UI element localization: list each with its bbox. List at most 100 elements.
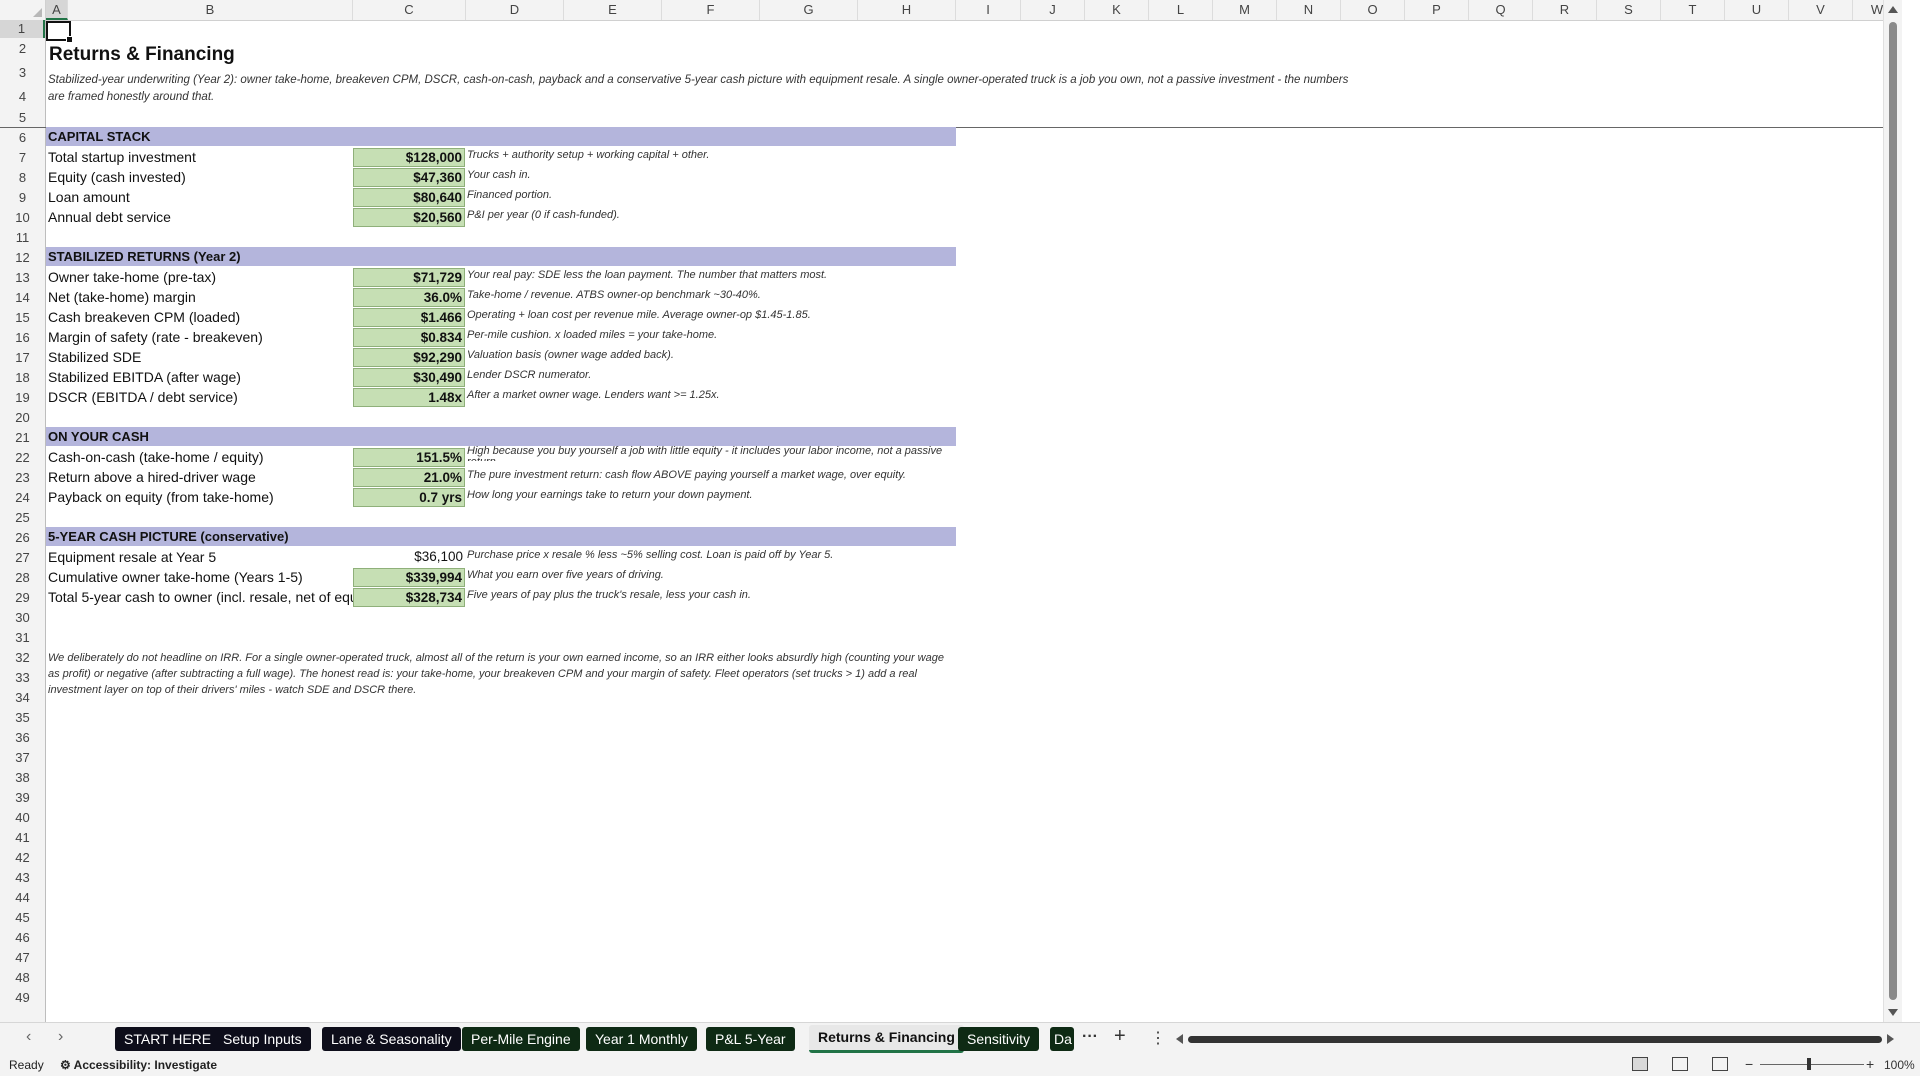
scroll-right-icon[interactable] [1887, 1034, 1894, 1044]
metric-value-cell[interactable]: $80,640 [353, 188, 465, 207]
row-header[interactable]: 7 [0, 148, 45, 168]
row-header[interactable]: 22 [0, 448, 45, 468]
row-header[interactable]: 9 [0, 188, 45, 208]
column-header[interactable]: Q [1469, 0, 1533, 20]
sheet-tab[interactable]: START HERE [115, 1027, 221, 1051]
zoom-out-icon[interactable]: − [1745, 1056, 1753, 1072]
active-cell-a1[interactable] [46, 21, 73, 43]
row-header[interactable]: 5 [0, 108, 45, 128]
scroll-up-icon[interactable] [1888, 6, 1898, 13]
metric-value-cell[interactable]: $0.834 [353, 328, 465, 347]
worksheet-grid[interactable]: ABCDEFGHIJKLMNOPQRSTUVW 1 2 3 4 5 6 7 8 9 10 11 12 1… [0, 0, 1902, 1022]
metric-value-cell[interactable]: $71,729 [353, 268, 465, 287]
add-sheet-icon[interactable]: + [1114, 1025, 1126, 1048]
column-header[interactable]: P [1405, 0, 1469, 20]
row-header[interactable]: 39 [0, 788, 45, 808]
row-header[interactable]: 29 [0, 588, 45, 608]
scroll-left-icon[interactable] [1176, 1034, 1183, 1044]
page-break-view-icon[interactable] [1712, 1057, 1728, 1071]
column-header[interactable]: V [1789, 0, 1853, 20]
sheet-tab[interactable]: Year 1 Monthly [586, 1027, 697, 1051]
zoom-level[interactable]: 100% [1884, 1058, 1915, 1072]
sheet-options-icon[interactable]: ⋮ [1150, 1028, 1166, 1048]
metric-value-cell[interactable]: $92,290 [353, 348, 465, 367]
metric-value-cell[interactable]: 21.0% [353, 468, 465, 487]
row-header[interactable]: 32 [0, 648, 45, 668]
row-header[interactable]: 36 [0, 728, 45, 748]
row-header[interactable]: 48 [0, 968, 45, 988]
metric-value-cell[interactable]: $128,000 [353, 148, 465, 167]
column-header[interactable]: B [68, 0, 353, 20]
vertical-scrollbar[interactable] [1883, 0, 1902, 1022]
row-header[interactable]: 11 [0, 228, 45, 248]
row-header[interactable]: 12 [0, 248, 45, 268]
column-header[interactable]: E [564, 0, 662, 20]
row-header[interactable]: 40 [0, 808, 45, 828]
row-header[interactable]: 20 [0, 408, 45, 428]
column-header[interactable]: S [1597, 0, 1661, 20]
zoom-slider[interactable] [1760, 1064, 1864, 1065]
row-header[interactable]: 6 [0, 128, 45, 148]
prev-sheet-icon[interactable]: ‹ [26, 1028, 31, 1046]
accessibility-status[interactable]: ⚙ Accessibility: Investigate [60, 1058, 217, 1072]
row-header[interactable]: 47 [0, 948, 45, 968]
sheet-tab[interactable]: Sensitivity [958, 1027, 1040, 1051]
column-header[interactable]: J [1021, 0, 1085, 20]
sheet-tab[interactable]: Returns & Financing [809, 1025, 964, 1053]
row-header[interactable]: 26 [0, 528, 45, 548]
row-header[interactable]: 45 [0, 908, 45, 928]
row-header[interactable]: 18 [0, 368, 45, 388]
row-header[interactable]: 19 [0, 388, 45, 408]
metric-value-cell[interactable]: $47,360 [353, 168, 465, 187]
horizontal-scroll-thumb[interactable] [1188, 1036, 1882, 1043]
vertical-scroll-thumb[interactable] [1889, 22, 1897, 1000]
row-header[interactable]: 24 [0, 488, 45, 508]
sheet-tab[interactable]: Lane & Seasonality [322, 1027, 461, 1051]
column-header[interactable]: M [1213, 0, 1277, 20]
row-header[interactable]: 42 [0, 848, 45, 868]
row-header[interactable]: 1 [0, 20, 45, 38]
metric-value-cell[interactable]: 1.48x [353, 388, 465, 407]
column-header[interactable]: H [858, 0, 956, 20]
row-header[interactable]: 15 [0, 308, 45, 328]
metric-value-cell[interactable]: 36.0% [353, 288, 465, 307]
select-all-corner[interactable] [0, 0, 46, 20]
row-header[interactable]: 35 [0, 708, 45, 728]
metric-value-cell[interactable]: $1.466 [353, 308, 465, 327]
scroll-down-icon[interactable] [1888, 1009, 1898, 1016]
row-header[interactable]: 38 [0, 768, 45, 788]
column-header[interactable]: K [1085, 0, 1149, 20]
column-header[interactable]: F [662, 0, 760, 20]
metric-value-cell[interactable]: $30,490 [353, 368, 465, 387]
row-header[interactable]: 44 [0, 888, 45, 908]
sheet-tab[interactable]: P&L 5-Year [706, 1027, 795, 1051]
row-header[interactable]: 10 [0, 208, 45, 228]
row-header[interactable]: 41 [0, 828, 45, 848]
row-header[interactable]: 14 [0, 288, 45, 308]
row-header[interactable]: 17 [0, 348, 45, 368]
row-header[interactable]: 27 [0, 548, 45, 568]
horizontal-scrollbar[interactable] [1176, 1033, 1894, 1045]
sheet-tab[interactable]: Da [1050, 1027, 1074, 1051]
row-header[interactable]: 28 [0, 568, 45, 588]
column-header[interactable]: I [956, 0, 1021, 20]
row-header[interactable]: 33 [0, 668, 45, 688]
row-header[interactable]: 23 [0, 468, 45, 488]
page-layout-view-icon[interactable] [1672, 1057, 1688, 1071]
column-header[interactable]: L [1149, 0, 1213, 20]
metric-value-cell[interactable]: $328,734 [353, 588, 465, 607]
metric-value-cell[interactable]: $339,994 [353, 568, 465, 587]
sheet-tab[interactable]: Per-Mile Engine [462, 1027, 580, 1051]
column-header[interactable]: R [1533, 0, 1597, 20]
column-header[interactable]: C [353, 0, 466, 20]
row-header[interactable]: 2 [0, 38, 45, 60]
column-header[interactable]: U [1725, 0, 1789, 20]
row-header[interactable]: 16 [0, 328, 45, 348]
next-sheet-icon[interactable]: › [58, 1028, 63, 1046]
more-sheets-icon[interactable]: ··· [1082, 1028, 1098, 1046]
column-header[interactable]: D [466, 0, 564, 20]
row-header[interactable]: 31 [0, 628, 45, 648]
column-header[interactable]: O [1341, 0, 1405, 20]
row-header[interactable]: 43 [0, 868, 45, 888]
row-header[interactable]: 25 [0, 508, 45, 528]
